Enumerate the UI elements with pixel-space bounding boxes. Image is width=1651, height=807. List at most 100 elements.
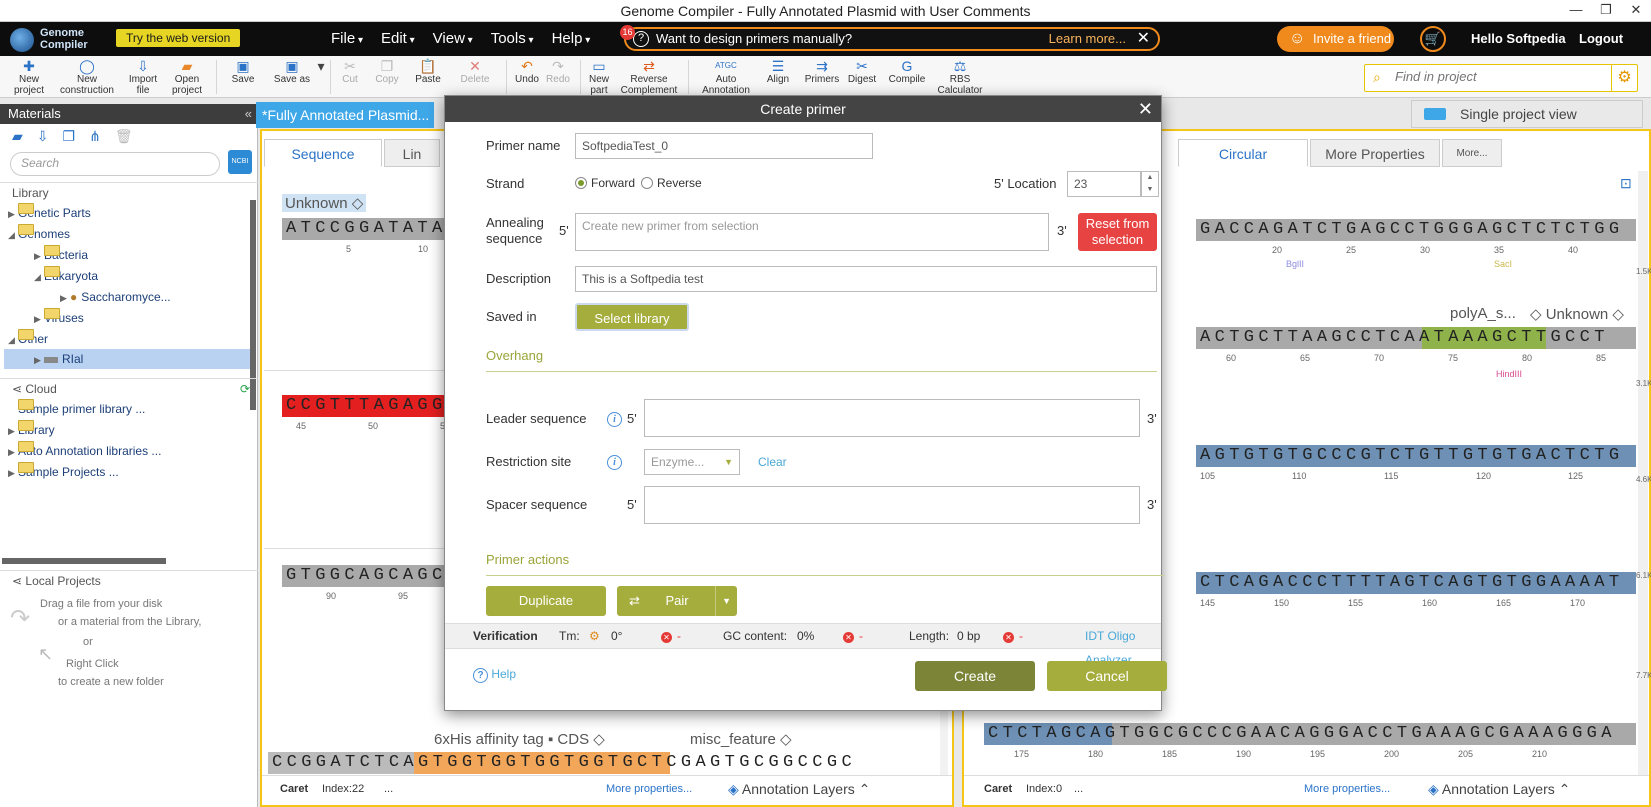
tree-node-genomes[interactable]: ◢ Genomes (8, 224, 70, 244)
tab-sequence[interactable]: Sequence (264, 139, 382, 167)
more-properties-link[interactable]: More properties... (606, 776, 692, 802)
undo-button[interactable]: ↶ Undo (512, 58, 542, 85)
reverse-complement-button[interactable]: ⇄ Reverse Complement (620, 58, 678, 96)
feature-unknown[interactable]: Unknown ◇ (282, 194, 367, 212)
enzyme-saci[interactable]: SacI (1472, 259, 1552, 271)
caret-more[interactable]: ... (384, 776, 393, 802)
menu-file[interactable]: File (322, 22, 372, 56)
maximize-button[interactable]: ❐ (1591, 0, 1621, 22)
import-material-icon[interactable]: ⇩ (37, 128, 49, 145)
reset-from-selection-button[interactable]: Reset from selection (1078, 213, 1157, 251)
cloud-library[interactable]: ▶ Library (8, 420, 55, 440)
new-part-button[interactable]: ▭ New part (584, 58, 614, 96)
sequence-row-r1[interactable]: GACCAGATCTGAGCCTGGGAGCTCTCTGG (1196, 219, 1636, 241)
new-folder-icon[interactable]: ▰ (12, 128, 23, 145)
share-icon[interactable]: ⋔ (89, 128, 101, 145)
open-project-button[interactable]: ▰ Open project (168, 58, 206, 96)
import-file-button[interactable]: ⇩ Import file (124, 58, 162, 96)
spacer-sequence-input[interactable] (644, 486, 1140, 524)
strand-reverse-radio[interactable]: Reverse (641, 176, 702, 190)
redo-button[interactable]: ↷ Redo (544, 58, 572, 85)
digest-button[interactable]: ✂ Digest (846, 58, 878, 85)
save-button[interactable]: ▣ Save (228, 58, 258, 85)
app-logo[interactable]: Genome Compiler Try the web version (8, 24, 308, 54)
more-properties-link-right[interactable]: More properties... (1304, 776, 1390, 802)
auto-annotation-button[interactable]: ATGC Auto Annotation (694, 58, 758, 96)
annotation-layers-button[interactable]: ◈ Annotation Layers ⌃ (728, 776, 870, 802)
collapse-icon[interactable]: « (245, 104, 252, 124)
location-stepper[interactable]: ▲ ▼ (1141, 171, 1159, 197)
copy-button[interactable]: ❐ Copy (372, 58, 402, 85)
single-project-view-button[interactable]: Single project view (1411, 100, 1643, 128)
dialog-close-icon[interactable]: ✕ (1138, 96, 1153, 122)
gear-icon[interactable]: ⚙ (1611, 65, 1637, 91)
invite-friend-button[interactable]: Invite a friend (1277, 26, 1394, 52)
cloud-sample-primer-library[interactable]: Sample primer library ... (18, 399, 145, 419)
cut-button[interactable]: ✂ Cut (336, 58, 364, 85)
local-projects-section[interactable]: ⋖ Local Projects (0, 570, 258, 590)
materials-search[interactable]: Search (10, 152, 220, 176)
new-construction-button[interactable]: ◯ New construction (58, 58, 116, 96)
delete-button[interactable]: ✕ Delete (458, 58, 492, 85)
feature-misc[interactable]: misc_feature ◇ (690, 730, 792, 748)
annotation-layers-button-right[interactable]: ◈ Annotation Layers ⌃ (1428, 776, 1570, 802)
enzyme-select[interactable]: Enzyme... ▼ (644, 449, 740, 475)
tab-more-properties[interactable]: More Properties (1310, 139, 1440, 167)
create-button[interactable]: Create (915, 661, 1035, 691)
camera-icon[interactable]: ⊡ (1620, 175, 1632, 192)
try-web-version-link[interactable]: Try the web version (116, 29, 241, 47)
clear-link[interactable]: Clear (758, 455, 787, 469)
minimize-button[interactable]: — (1561, 0, 1591, 22)
user-greeting[interactable]: Hello Softpedia (1471, 22, 1566, 56)
menu-tools[interactable]: Tools (482, 22, 543, 56)
tree-node-other[interactable]: ◢Other (8, 329, 48, 349)
duplicate-button[interactable]: Duplicate (486, 586, 606, 616)
cloud-section[interactable]: ⋖ Cloud ⟳ (0, 378, 258, 398)
rbs-calculator-button[interactable]: ⚖ RBS Calculator (934, 58, 986, 96)
learn-more-link[interactable]: Learn more... (1049, 29, 1126, 49)
chevron-down-icon[interactable]: ▼ (715, 586, 731, 616)
menu-edit[interactable]: Edit (372, 22, 424, 56)
feature-6xhis-cds[interactable]: 6xHis affinity tag ▪ CDS ◇ (434, 730, 605, 748)
cloud-auto-annotation[interactable]: ▶ Auto Annotation libraries ... (8, 441, 161, 461)
cancel-button[interactable]: Cancel (1047, 661, 1167, 691)
document-tab[interactable]: *Fully Annotated Plasmid... (256, 102, 434, 128)
primers-button[interactable]: ⇉ Primers (801, 58, 843, 85)
sequence-row-r5[interactable]: CTCTAGCAGTGGCGCCCGAACAGGGACCTGAAAGCGAAAG… (984, 723, 1636, 745)
location-input[interactable]: 23 (1067, 171, 1141, 197)
sequence-scrollbar-right[interactable] (1638, 171, 1648, 775)
new-project-button[interactable]: ✚ New project (10, 58, 48, 96)
sequence-row-r4[interactable]: CTCAGACCCTTTTAGTCAGTGTGGAAAAT (1196, 572, 1636, 594)
annealing-sequence-input[interactable]: Create new primer from selection (575, 213, 1049, 251)
info-icon[interactable]: i (607, 455, 622, 470)
tab-more[interactable]: More... (1442, 139, 1502, 167)
notification-badge[interactable]: 16 (620, 25, 635, 40)
info-icon[interactable]: i (607, 412, 622, 427)
help-link[interactable]: ? Help (473, 667, 516, 683)
tab-circular[interactable]: Circular (1178, 139, 1308, 167)
enzyme-hindiii[interactable]: HindIII (1472, 369, 1572, 381)
pair-button[interactable]: ⇄ Pair ▼ (617, 586, 737, 616)
select-library-button[interactable]: Select library (575, 303, 689, 331)
sequence-row-1[interactable]: ATCCGGATATAG (282, 218, 456, 240)
tree-node-eukaryota[interactable]: ◢ Eukaryota (34, 266, 98, 286)
tm-settings-gear-icon[interactable]: ⚙ (589, 624, 600, 648)
sequence-row-bottom[interactable]: CCGGATCTCAGTGGTGGTGGTGGTGCTCGAGTGCGGCCGC (268, 752, 894, 774)
tree-node-bacteria[interactable]: ▶ Bacteria (34, 245, 88, 265)
leader-sequence-input[interactable] (644, 399, 1140, 437)
primer-design-banner[interactable]: ? Want to design primers manually? Learn… (624, 27, 1160, 51)
tree-node-viruses[interactable]: ▶ Viruses (34, 308, 84, 328)
save-as-button[interactable]: ▣ Save as (270, 58, 314, 85)
enzyme-bglii[interactable]: BglII (1274, 259, 1474, 271)
strand-forward-radio[interactable]: Forward (575, 176, 635, 190)
logout-link[interactable]: Logout (1579, 22, 1623, 56)
paste-button[interactable]: 📋 Paste (412, 58, 444, 85)
tab-linear[interactable]: Lin (384, 139, 440, 167)
sequence-row-r3[interactable]: AGTGTGTGCCCGTCTGTTGTGTGACTCTG (1196, 445, 1636, 467)
caret-more-right[interactable]: ... (1074, 776, 1083, 802)
tree-node-genetic-parts[interactable]: ▶ Genetic Parts (8, 203, 91, 223)
align-button[interactable]: ☰ Align (760, 58, 796, 85)
cloud-scrollbar[interactable] (2, 558, 166, 564)
library-section[interactable]: Library (0, 182, 258, 202)
cloud-sample-projects[interactable]: ▶ Sample Projects ... (8, 462, 119, 482)
